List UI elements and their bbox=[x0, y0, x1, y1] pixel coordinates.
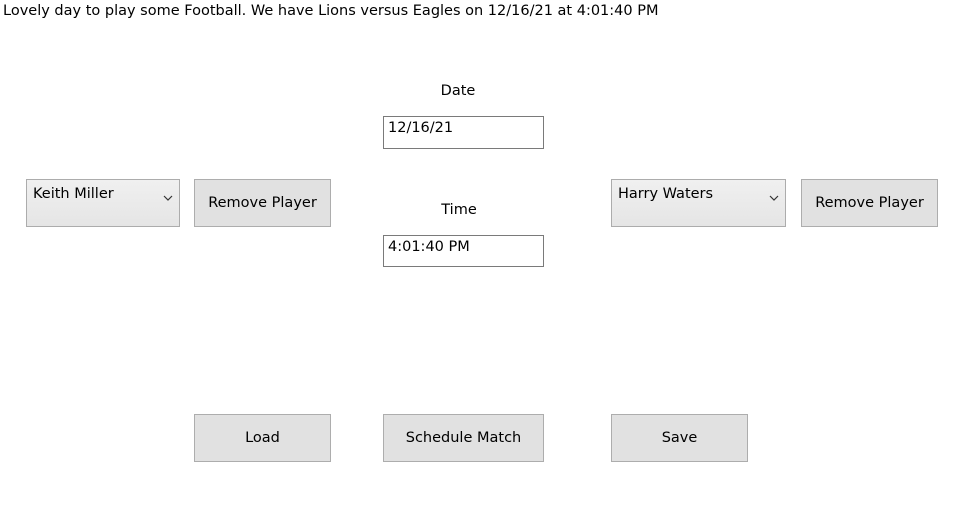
chevron-down-icon bbox=[163, 195, 173, 201]
right-player-select[interactable]: Harry Waters bbox=[611, 179, 786, 227]
date-label: Date bbox=[440, 83, 476, 99]
schedule-match-button[interactable]: Schedule Match bbox=[383, 414, 544, 462]
left-player-selected: Keith Miller bbox=[33, 186, 114, 202]
left-remove-player-button[interactable]: Remove Player bbox=[194, 179, 331, 227]
save-button[interactable]: Save bbox=[611, 414, 748, 462]
left-player-select[interactable]: Keith Miller bbox=[26, 179, 180, 227]
time-label: Time bbox=[441, 202, 477, 218]
match-headline: Lovely day to play some Football. We hav… bbox=[3, 3, 659, 19]
load-button[interactable]: Load bbox=[194, 414, 331, 462]
date-field[interactable]: 12/16/21 bbox=[383, 116, 544, 149]
chevron-down-icon bbox=[769, 195, 779, 201]
right-player-selected: Harry Waters bbox=[618, 186, 714, 202]
right-remove-player-button[interactable]: Remove Player bbox=[801, 179, 938, 227]
time-field[interactable]: 4:01:40 PM bbox=[383, 235, 544, 267]
